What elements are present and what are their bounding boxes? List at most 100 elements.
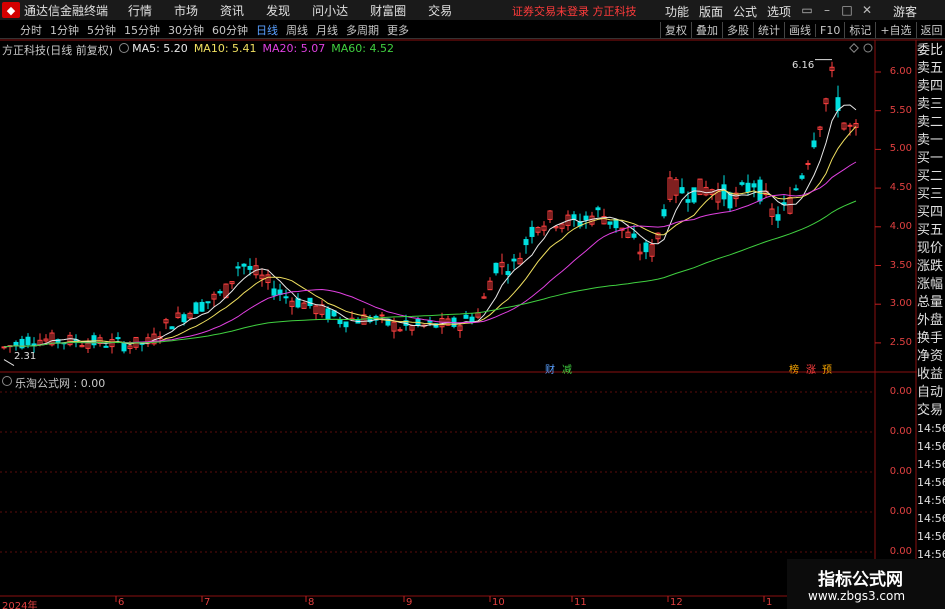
event-tag-zhang[interactable]: 涨 (806, 361, 816, 376)
quote-panel-item: 14:56 (917, 440, 945, 453)
candle-body (121, 342, 127, 352)
candle-body (181, 314, 187, 323)
quote-panel-item: 自动 (917, 385, 944, 400)
quote-panel-item: 14:56 (917, 512, 945, 525)
date-tick-label: 1 (766, 597, 773, 608)
sub-tick-label: 0.00 (889, 386, 912, 397)
event-tag-yu[interactable]: 预 (822, 361, 832, 376)
candle-body (103, 345, 109, 348)
quote-panel-item: 涨跌 (917, 259, 944, 274)
candle-body (235, 266, 241, 269)
date-tick-label: 2024年 (2, 601, 38, 609)
candle-body (679, 187, 685, 194)
candle-body (595, 207, 601, 211)
candle-body (283, 296, 289, 299)
candle-body (571, 214, 577, 220)
candle-body (631, 233, 637, 238)
quote-panel-item: 现价 (917, 241, 944, 256)
candle-body (463, 314, 469, 319)
low-price-label: 2.31 (14, 351, 37, 362)
candle-body (757, 179, 763, 202)
candle-body (193, 302, 199, 314)
date-tick-label: 9 (406, 597, 413, 608)
price-tick-label: 5.50 (889, 104, 912, 116)
candle-body (805, 162, 811, 165)
candle-body (271, 288, 277, 296)
price-tick-label: 3.50 (889, 259, 912, 271)
quote-panel-item: 买二 (917, 169, 944, 184)
candle-body (511, 258, 517, 262)
kline-chart[interactable] (0, 0, 945, 609)
candle-body (523, 239, 529, 246)
quote-panel-item: 换手 (917, 331, 944, 346)
quote-panel-item: 买一 (917, 151, 944, 166)
candle-body (91, 335, 97, 346)
quote-panel-item: 外盘 (917, 313, 944, 328)
sub-tick-label: 0.00 (889, 506, 912, 517)
candle-body (745, 182, 751, 193)
date-tick-label: 12 (670, 597, 683, 608)
quote-panel-item: 14:56 (917, 458, 945, 471)
quote-panel-item: 卖一 (917, 133, 944, 148)
candle-body (469, 316, 475, 323)
candle-body (607, 221, 613, 225)
event-tag-bang[interactable]: 榜 (789, 361, 799, 376)
candle-body (325, 308, 331, 320)
price-tick-label: 2.50 (889, 336, 912, 348)
quote-panel-item: 14:56 (917, 422, 945, 435)
candle-body (751, 183, 757, 188)
chart-option-icon (863, 43, 873, 53)
event-tag-cai[interactable]: 财 (545, 361, 555, 376)
price-tick-label: 3.00 (889, 298, 912, 310)
quote-panel: 委比 卖五 卖四 卖三 卖二 卖一 买一 买二 买三 买四 买五 现价 涨跌 涨幅 总量 外盘 换手 净资 收益 自动… (917, 42, 945, 572)
ma10-line (3, 126, 857, 348)
date-tick-label: 8 (308, 597, 315, 608)
price-tick-label: 5.00 (889, 143, 912, 155)
date-tick-label: 11 (574, 597, 587, 608)
watermark-url: www.zbgs3.com (808, 589, 906, 603)
quote-panel-item: 交易 (917, 403, 944, 418)
event-tag-jian[interactable]: 减 (562, 361, 572, 376)
candle-body (343, 321, 349, 328)
candle-body (643, 242, 649, 253)
quote-panel-item: 买五 (917, 223, 944, 238)
candle-body (739, 182, 745, 185)
candle-body (775, 214, 781, 221)
price-tick-label: 4.00 (889, 220, 912, 232)
candle-body (25, 336, 31, 346)
candle-body (379, 314, 385, 317)
date-tick-label: 10 (492, 597, 505, 608)
candle-body (793, 188, 799, 191)
date-tick-label: 7 (204, 597, 211, 608)
candle-body (691, 187, 697, 203)
quote-panel-item: 14:56 (917, 476, 945, 489)
sub-tick-label: 0.00 (889, 426, 912, 437)
quote-panel-item: 总量 (917, 295, 944, 310)
quote-panel-item: 收益 (917, 367, 944, 382)
candle-body (217, 291, 223, 294)
quote-panel-item: 卖四 (917, 79, 944, 94)
candle-body (613, 218, 619, 229)
sub-tick-label: 0.00 (889, 466, 912, 477)
quote-panel-item: 涨幅 (917, 277, 944, 292)
date-tick-label: 6 (118, 597, 125, 608)
quote-panel-item: 卖三 (917, 97, 944, 112)
quote-panel-item: 卖二 (917, 115, 944, 130)
low-marker-line (3, 359, 15, 367)
ma5-line (3, 104, 857, 348)
quote-panel-item: 卖五 (917, 61, 944, 76)
diamond-icon (849, 43, 859, 53)
candle-body (685, 199, 691, 203)
quote-panel-item: 买三 (917, 187, 944, 202)
candle-body (247, 265, 253, 270)
candle-body (241, 263, 247, 267)
candle-body (661, 209, 667, 217)
candle-body (847, 124, 853, 127)
quote-panel-item: 净资 (917, 349, 944, 364)
candle-body (583, 215, 589, 221)
watermark-title: 指标公式网 (818, 570, 903, 590)
candle-body (199, 301, 205, 312)
price-tick-label: 6.00 (889, 66, 912, 77)
candle-body (337, 319, 343, 325)
quote-panel-item: 委比 (917, 43, 944, 58)
